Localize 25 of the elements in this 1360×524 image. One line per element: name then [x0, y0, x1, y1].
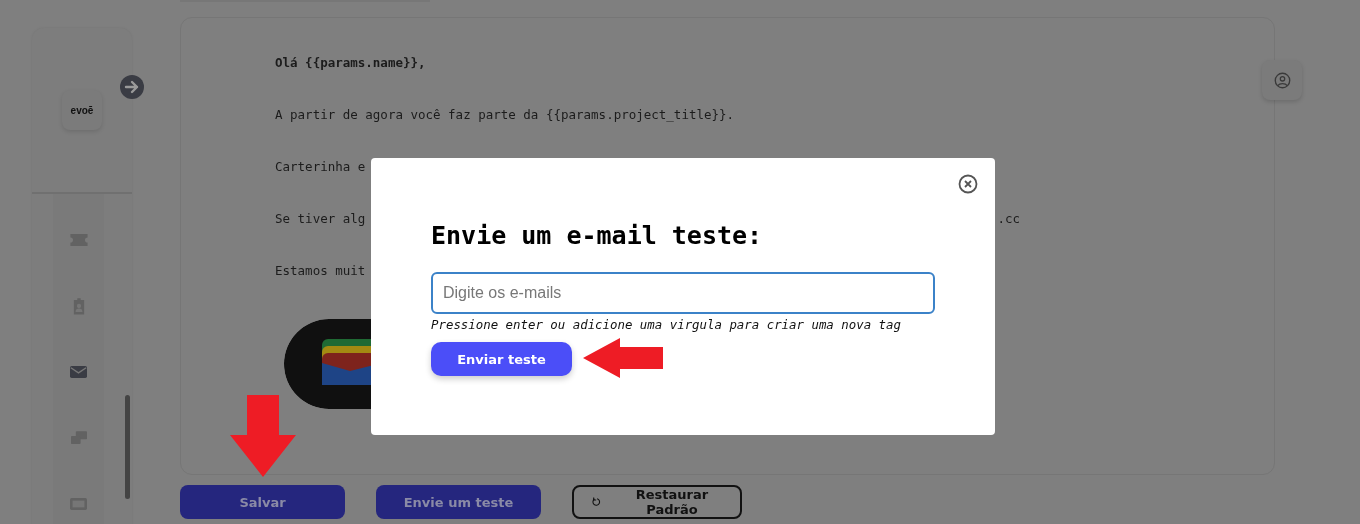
email-text-line: Olá {{params.name}},: [275, 54, 426, 72]
refresh-icon: [592, 497, 602, 507]
logo[interactable]: evoē: [62, 90, 102, 130]
action-button[interactable]: Restaurar Padrão: [572, 485, 742, 519]
profile-button[interactable]: [1262, 60, 1302, 100]
user-icon: [1273, 71, 1291, 89]
email-text-line: .cc: [997, 210, 1020, 228]
ticket-icon[interactable]: [69, 234, 88, 246]
email-text-line: Carterinha e: [275, 158, 366, 176]
action-button[interactable]: Envie um teste: [376, 485, 541, 519]
email-text-line: A partir de agora você faz parte da {{params.project_title}}.: [275, 106, 735, 124]
close-icon[interactable]: [958, 174, 978, 194]
id-badge-icon[interactable]: [72, 297, 85, 315]
email-text-line: Se tiver alg: [275, 210, 366, 228]
hint-text: Pressione enter ou adicione uma virgula para criar uma nova tag: [431, 317, 901, 332]
scrollbar[interactable]: [125, 395, 130, 499]
email-input[interactable]: Digite os e-mails: [431, 272, 935, 314]
cards-icon[interactable]: [70, 430, 87, 446]
action-button[interactable]: Salvar: [180, 485, 345, 519]
modal-title: Envie um e-mail teste:: [431, 220, 763, 252]
email-text-line: Estamos muit: [275, 262, 366, 280]
card-icon[interactable]: [70, 498, 87, 510]
arrow-right-icon[interactable]: [120, 75, 144, 99]
envelope-icon[interactable]: [70, 366, 87, 378]
send-test-button[interactable]: Enviar teste: [431, 342, 572, 376]
